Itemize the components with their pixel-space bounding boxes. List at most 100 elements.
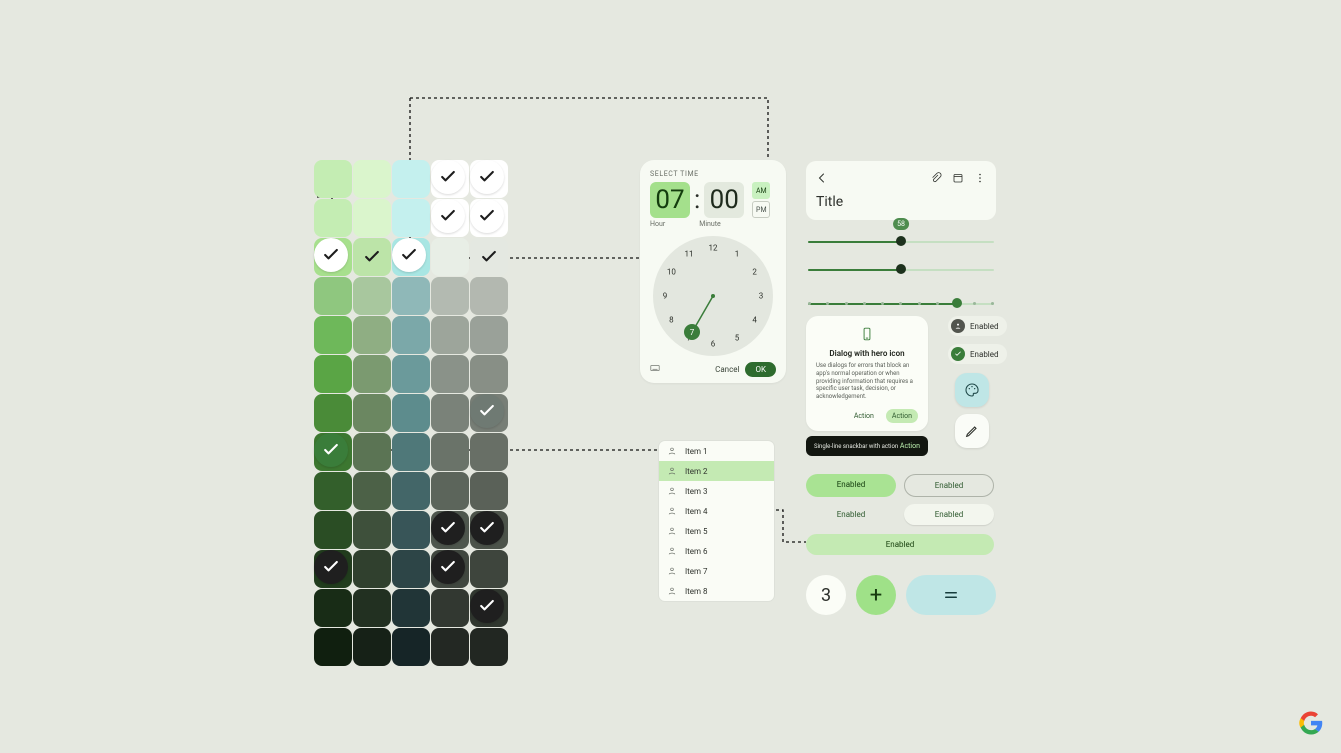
fab-edit[interactable]: [955, 414, 989, 448]
swatch-2-2[interactable]: [392, 238, 430, 276]
list-item[interactable]: Item 5: [659, 521, 774, 541]
swatch-9-4[interactable]: [470, 511, 508, 549]
chip-enabled-check[interactable]: Enabled: [948, 344, 1007, 364]
calc-plus-button[interactable]: +: [856, 575, 896, 615]
swatch-11-3[interactable]: [431, 589, 469, 627]
swatch-10-0[interactable]: [314, 550, 352, 588]
swatch-6-3[interactable]: [431, 394, 469, 432]
swatch-8-2[interactable]: [392, 472, 430, 510]
swatch-11-2[interactable]: [392, 589, 430, 627]
filled-button[interactable]: Enabled: [806, 474, 896, 497]
swatch-1-3[interactable]: [431, 199, 469, 237]
slider-with-badge[interactable]: 58: [808, 232, 994, 252]
outlined-button[interactable]: Enabled: [904, 474, 994, 497]
attach-icon[interactable]: [930, 169, 942, 188]
swatch-6-1[interactable]: [353, 394, 391, 432]
tonal-button-wide[interactable]: Enabled: [806, 534, 994, 555]
swatch-0-1[interactable]: [353, 160, 391, 198]
swatch-12-4[interactable]: [470, 628, 508, 666]
swatch-7-2[interactable]: [392, 433, 430, 471]
swatch-11-1[interactable]: [353, 589, 391, 627]
swatch-5-3[interactable]: [431, 355, 469, 393]
ok-button[interactable]: OK: [745, 362, 776, 377]
swatch-7-0[interactable]: [314, 433, 352, 471]
slider-plain[interactable]: [808, 260, 994, 280]
swatch-11-4[interactable]: [470, 589, 508, 627]
swatch-0-0[interactable]: [314, 160, 352, 198]
list-item[interactable]: Item 8: [659, 581, 774, 601]
minute-field[interactable]: 00: [704, 182, 744, 218]
swatch-2-4[interactable]: [470, 238, 508, 276]
chip-enabled-person[interactable]: Enabled: [948, 316, 1007, 336]
calendar-icon[interactable]: [952, 169, 964, 188]
swatch-12-1[interactable]: [353, 628, 391, 666]
swatch-1-2[interactable]: [392, 199, 430, 237]
swatch-12-3[interactable]: [431, 628, 469, 666]
clock-face[interactable]: 1212345678910117: [653, 236, 773, 356]
swatch-0-3[interactable]: [431, 160, 469, 198]
swatch-9-2[interactable]: [392, 511, 430, 549]
fab-palette[interactable]: [955, 373, 989, 407]
swatch-6-4[interactable]: [470, 394, 508, 432]
swatch-9-0[interactable]: [314, 511, 352, 549]
swatch-5-1[interactable]: [353, 355, 391, 393]
list-item[interactable]: Item 1: [659, 441, 774, 461]
list-item[interactable]: Item 4: [659, 501, 774, 521]
swatch-7-4[interactable]: [470, 433, 508, 471]
swatch-2-1[interactable]: [353, 238, 391, 276]
swatch-4-1[interactable]: [353, 316, 391, 354]
swatch-12-2[interactable]: [392, 628, 430, 666]
swatch-3-4[interactable]: [470, 277, 508, 315]
swatch-3-0[interactable]: [314, 277, 352, 315]
swatch-1-1[interactable]: [353, 199, 391, 237]
swatch-6-0[interactable]: [314, 394, 352, 432]
swatch-9-1[interactable]: [353, 511, 391, 549]
swatch-7-3[interactable]: [431, 433, 469, 471]
swatch-4-0[interactable]: [314, 316, 352, 354]
more-vert-icon[interactable]: [974, 169, 986, 188]
swatch-9-3[interactable]: [431, 511, 469, 549]
slider-discrete[interactable]: [808, 294, 994, 314]
swatch-7-1[interactable]: [353, 433, 391, 471]
swatch-4-2[interactable]: [392, 316, 430, 354]
hour-field[interactable]: 07: [650, 182, 690, 218]
list-item[interactable]: Item 6: [659, 541, 774, 561]
keyboard-icon[interactable]: [650, 363, 660, 376]
list-item[interactable]: Item 3: [659, 481, 774, 501]
list-item[interactable]: Item 2: [659, 461, 774, 481]
back-arrow-icon[interactable]: [816, 169, 828, 188]
swatch-4-3[interactable]: [431, 316, 469, 354]
dialog-action-1[interactable]: Action: [848, 409, 880, 423]
swatch-3-3[interactable]: [431, 277, 469, 315]
swatch-12-0[interactable]: [314, 628, 352, 666]
swatch-11-0[interactable]: [314, 589, 352, 627]
swatch-8-4[interactable]: [470, 472, 508, 510]
cancel-button[interactable]: Cancel: [715, 365, 739, 374]
swatch-4-4[interactable]: [470, 316, 508, 354]
swatch-5-2[interactable]: [392, 355, 430, 393]
swatch-10-1[interactable]: [353, 550, 391, 588]
swatch-0-2[interactable]: [392, 160, 430, 198]
am-toggle[interactable]: AM: [752, 182, 770, 199]
elevated-button[interactable]: Enabled: [904, 504, 994, 525]
swatch-1-0[interactable]: [314, 199, 352, 237]
swatch-10-2[interactable]: [392, 550, 430, 588]
text-button[interactable]: Enabled: [806, 504, 896, 525]
dialog-action-2[interactable]: Action: [886, 409, 918, 423]
swatch-3-2[interactable]: [392, 277, 430, 315]
swatch-8-3[interactable]: [431, 472, 469, 510]
swatch-5-4[interactable]: [470, 355, 508, 393]
swatch-2-3[interactable]: [431, 238, 469, 276]
swatch-8-1[interactable]: [353, 472, 391, 510]
swatch-10-3[interactable]: [431, 550, 469, 588]
swatch-1-4[interactable]: [470, 199, 508, 237]
pm-toggle[interactable]: PM: [752, 201, 770, 218]
swatch-3-1[interactable]: [353, 277, 391, 315]
snackbar-action[interactable]: Action: [900, 442, 920, 450]
swatch-0-4[interactable]: [470, 160, 508, 198]
swatch-6-2[interactable]: [392, 394, 430, 432]
swatch-8-0[interactable]: [314, 472, 352, 510]
list-item[interactable]: Item 7: [659, 561, 774, 581]
calc-digit-button[interactable]: 3: [806, 575, 846, 615]
swatch-10-4[interactable]: [470, 550, 508, 588]
